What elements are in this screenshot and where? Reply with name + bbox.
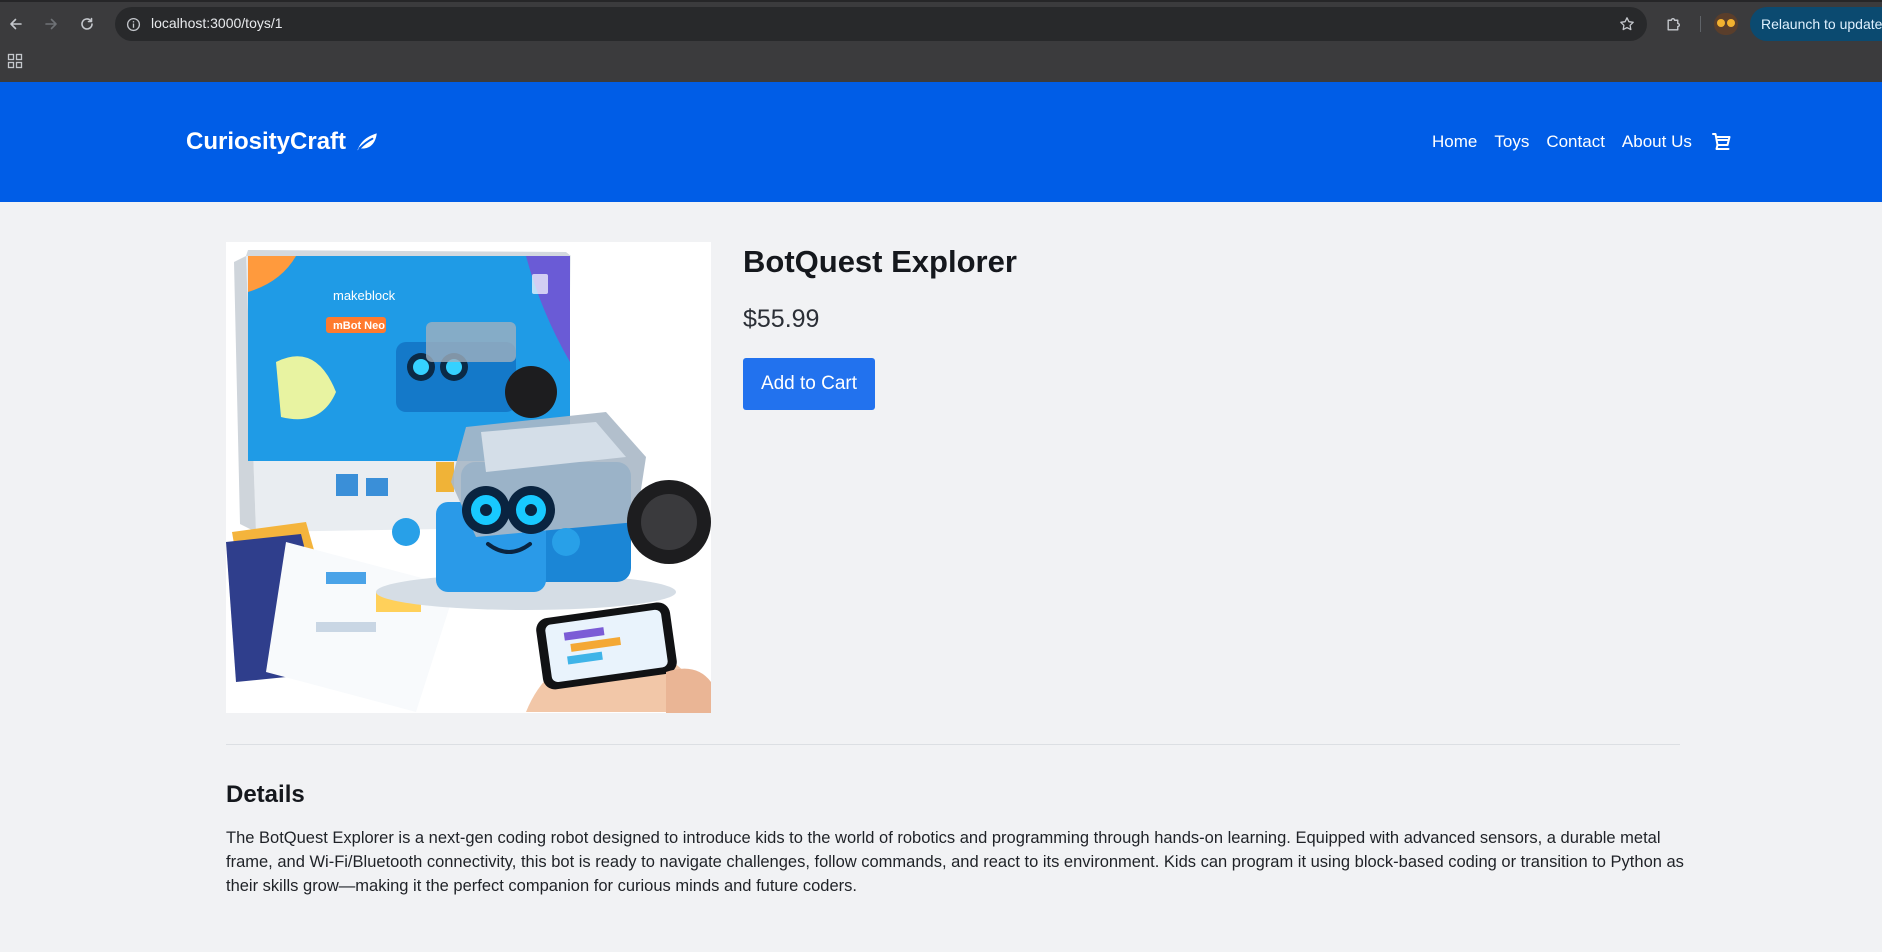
leaf-icon: [357, 133, 377, 151]
reload-icon: [81, 17, 93, 30]
extensions-button[interactable]: [1661, 12, 1685, 36]
site-info-icon[interactable]: [123, 14, 143, 34]
toolbar-separator: [1700, 16, 1701, 32]
reload-button[interactable]: [75, 12, 99, 36]
box-brand-text: makeblock: [333, 288, 396, 303]
nav-link-contact[interactable]: Contact: [1546, 130, 1605, 154]
brand-logo[interactable]: CuriosityCraft: [186, 128, 380, 156]
details-heading: Details: [226, 781, 305, 808]
details-description: The BotQuest Explorer is a next-gen codi…: [226, 829, 1684, 895]
nav-link-home[interactable]: Home: [1432, 130, 1477, 154]
product-title: BotQuest Explorer: [743, 244, 1017, 279]
apps-grid-icon[interactable]: [7, 53, 23, 69]
nav-link-about-us[interactable]: About Us: [1622, 130, 1692, 154]
main-nav: Home Toys Contact About Us: [1432, 130, 1732, 154]
forward-button[interactable]: [39, 12, 63, 36]
url-text[interactable]: localhost:3000/toys/1: [151, 15, 283, 31]
site-header: CuriosityCraft Home Toys Contact About U…: [0, 82, 1882, 202]
section-divider: [226, 744, 1680, 745]
tab-strip-edge: [0, 0, 1882, 2]
bookmark-star-icon[interactable]: [1617, 14, 1637, 34]
arrow-right-icon: [45, 18, 57, 30]
nav-link-toys[interactable]: Toys: [1494, 130, 1529, 154]
bookmarks-bar: [0, 48, 1882, 82]
profile-avatar[interactable]: [1714, 13, 1738, 35]
brand-name[interactable]: CuriosityCraft: [186, 128, 346, 156]
cart-icon[interactable]: [1710, 131, 1732, 153]
puzzle-icon: [1666, 17, 1680, 31]
relaunch-button[interactable]: Relaunch to update: [1750, 7, 1882, 41]
back-button[interactable]: [4, 12, 28, 36]
product-price: $55.99: [743, 305, 820, 333]
arrow-left-icon: [10, 18, 22, 30]
address-bar[interactable]: localhost:3000/toys/1: [115, 7, 1647, 41]
product-image: mBot Neo makeblock: [226, 242, 711, 713]
browser-toolbar: localhost:3000/toys/1 Relaunch to update: [0, 0, 1882, 48]
add-to-cart-button[interactable]: Add to Cart: [743, 358, 875, 410]
box-model-text: mBot Neo: [333, 320, 385, 332]
